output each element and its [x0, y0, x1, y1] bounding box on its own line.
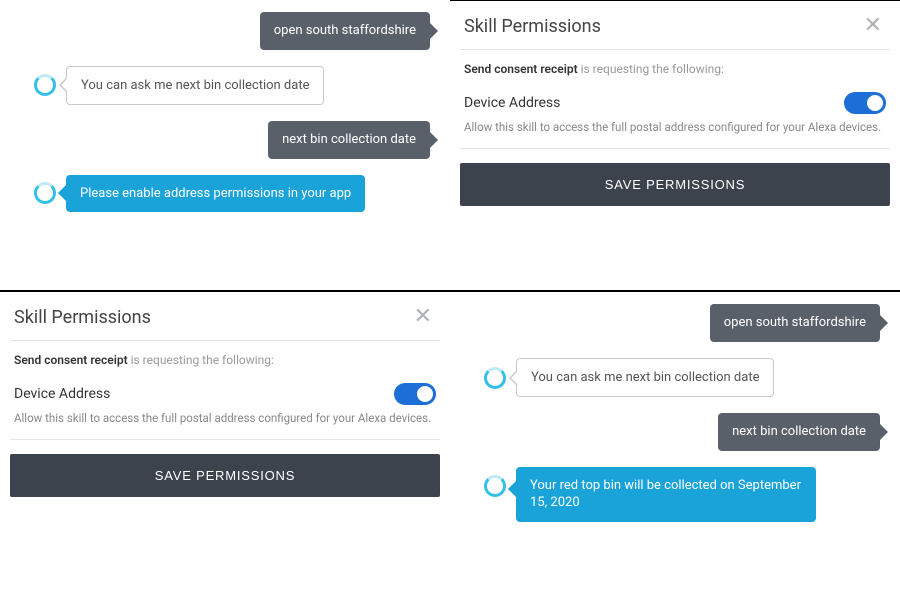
dialog-title: Skill Permissions [464, 16, 601, 37]
panel-chat-after: open south staffordshire You can ask me … [450, 290, 900, 600]
requesting-line: Send consent receipt is requesting the f… [10, 353, 440, 383]
user-message: open south staffordshire [260, 12, 430, 50]
user-message-row: next bin collection date [38, 121, 430, 159]
divider [10, 439, 440, 440]
user-message: next bin collection date [718, 413, 880, 451]
permission-description: Allow this skill to access the full post… [460, 120, 890, 148]
dialog-title: Skill Permissions [14, 307, 151, 328]
requesting-line: Send consent receipt is requesting the f… [460, 62, 890, 92]
divider [460, 49, 890, 50]
alexa-message-row: You can ask me next bin collection date [38, 66, 430, 106]
requesting-suffix: is requesting the following: [128, 353, 274, 367]
alexa-message: You can ask me next bin collection date [516, 358, 774, 398]
user-message-row: next bin collection date [488, 413, 880, 451]
permission-description: Allow this skill to access the full post… [10, 411, 440, 439]
divider [460, 148, 890, 149]
user-message-row: open south staffordshire [488, 304, 880, 342]
panel-skill-permissions: Skill Permissions ✕ Send consent receipt… [0, 290, 450, 600]
permission-name: Device Address [14, 386, 110, 402]
close-icon[interactable]: ✕ [860, 13, 886, 39]
alexa-ring-icon [34, 74, 56, 96]
divider [10, 340, 440, 341]
requester-name: Send consent receipt [464, 62, 578, 76]
permission-name: Device Address [464, 95, 560, 111]
alexa-message: Please enable address permissions in you… [66, 175, 365, 213]
alexa-message: Your red top bin will be collected on Se… [516, 467, 816, 522]
close-icon[interactable]: ✕ [410, 304, 436, 330]
permission-toggle[interactable] [394, 383, 436, 405]
alexa-message-row: Please enable address permissions in you… [38, 175, 430, 213]
requester-name: Send consent receipt [14, 353, 128, 367]
alexa-message-row: You can ask me next bin collection date [488, 358, 880, 398]
requesting-suffix: is requesting the following: [578, 62, 724, 76]
panel-skill-permissions: Skill Permissions ✕ Send consent receipt… [450, 0, 900, 290]
alexa-ring-icon [484, 367, 506, 389]
alexa-message-row: Your red top bin will be collected on Se… [488, 467, 880, 522]
save-permissions-button[interactable]: SAVE PERMISSIONS [10, 454, 440, 497]
user-message: next bin collection date [268, 121, 430, 159]
panel-chat-before: open south staffordshire You can ask me … [0, 0, 450, 290]
user-message-row: open south staffordshire [38, 12, 430, 50]
permission-toggle[interactable] [844, 92, 886, 114]
user-message: open south staffordshire [710, 304, 880, 342]
alexa-ring-icon [484, 475, 506, 497]
alexa-ring-icon [34, 182, 56, 204]
save-permissions-button[interactable]: SAVE PERMISSIONS [460, 163, 890, 206]
alexa-message: You can ask me next bin collection date [66, 66, 324, 106]
